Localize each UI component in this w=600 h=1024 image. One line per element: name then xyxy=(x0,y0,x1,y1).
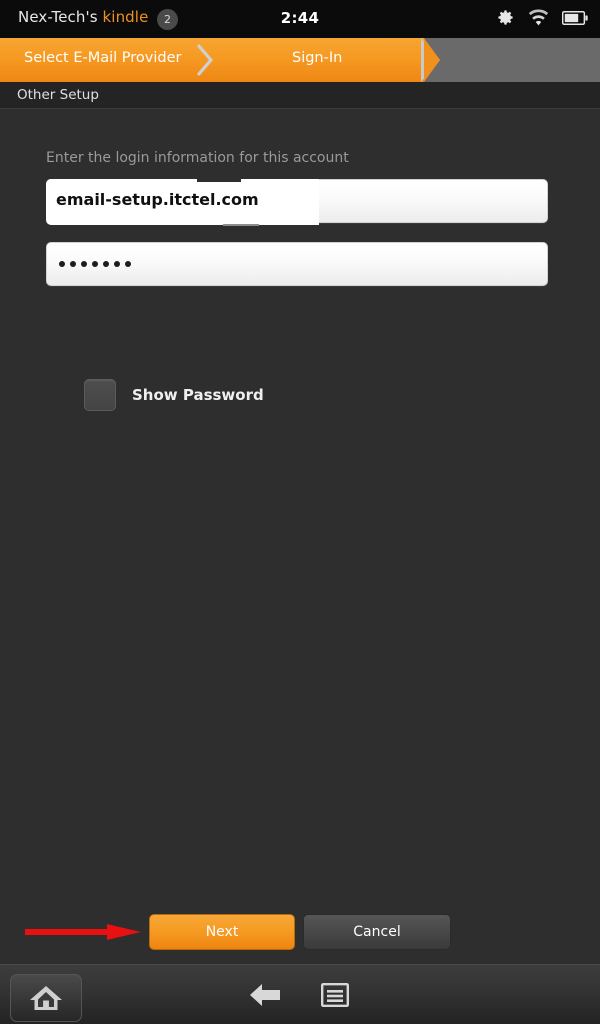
form-body: Enter the login information for this acc… xyxy=(0,109,600,964)
status-icons xyxy=(496,8,588,27)
back-arrow-icon xyxy=(249,982,281,1008)
password-dot xyxy=(81,261,87,267)
selection-handle-notch xyxy=(197,177,241,182)
show-password-row[interactable]: Show Password xyxy=(84,379,264,411)
password-dot xyxy=(92,261,98,267)
chevron-separator-icon xyxy=(196,43,213,77)
menu-icon xyxy=(321,982,349,1008)
wizard-step-select-email-provider[interactable]: Select E-Mail Provider xyxy=(24,50,182,66)
home-icon xyxy=(29,983,63,1013)
section-header: Other Setup xyxy=(0,82,600,108)
kindle-email-setup-screen: Nex-Tech's kindle 2 2:44 Select E-Mail P… xyxy=(0,0,600,1024)
action-button-row: Next Cancel xyxy=(0,914,600,950)
battery-icon[interactable] xyxy=(562,10,588,25)
wizard-breadcrumb: Select E-Mail Provider Sign-In xyxy=(0,38,600,82)
password-dot xyxy=(114,261,120,267)
show-password-checkbox[interactable] xyxy=(84,379,116,411)
show-password-label[interactable]: Show Password xyxy=(132,386,264,404)
wizard-arrow-point xyxy=(424,38,440,82)
password-field[interactable] xyxy=(46,242,548,286)
gear-icon[interactable] xyxy=(496,8,515,27)
password-masked-value xyxy=(59,256,131,267)
password-dot xyxy=(103,261,109,267)
home-button[interactable] xyxy=(10,974,82,1022)
selection-underline xyxy=(223,224,259,226)
wifi-icon[interactable] xyxy=(528,9,549,26)
section-title: Other Setup xyxy=(17,87,99,103)
form-hint: Enter the login information for this acc… xyxy=(46,150,349,166)
system-navigation-bar xyxy=(0,964,600,1024)
menu-button[interactable] xyxy=(318,981,352,1009)
password-dot xyxy=(59,261,65,267)
cancel-button[interactable]: Cancel xyxy=(303,914,451,950)
server-address-field[interactable]: email-setup.itctel.com xyxy=(46,177,548,226)
status-bar: Nex-Tech's kindle 2 2:44 xyxy=(0,0,600,38)
back-button[interactable] xyxy=(248,981,282,1009)
server-address-value[interactable]: email-setup.itctel.com xyxy=(56,190,259,209)
password-dot xyxy=(70,261,76,267)
next-button[interactable]: Next xyxy=(149,914,295,950)
password-dot xyxy=(125,261,131,267)
wizard-step-sign-in[interactable]: Sign-In xyxy=(292,50,342,66)
